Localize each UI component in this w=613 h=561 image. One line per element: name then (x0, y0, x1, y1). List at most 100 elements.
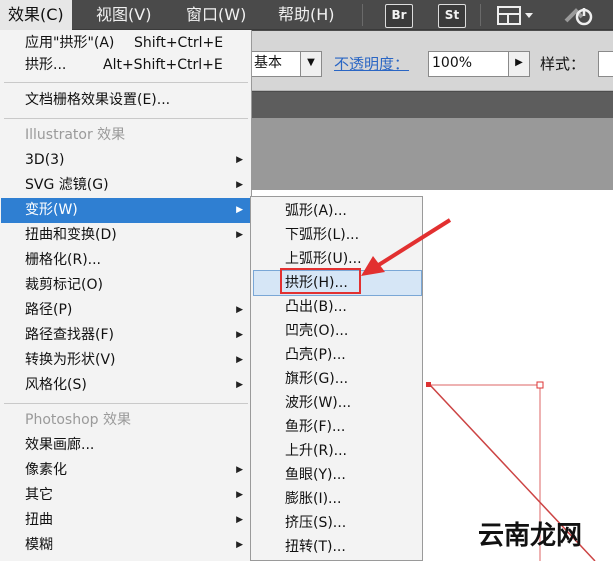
menu-item-label: 鱼眼(Y)... (285, 467, 346, 483)
warp-squeeze-item[interactable]: 挤压(S)... (253, 511, 420, 535)
menu-bar: 效果(C) 视图(V) 窗口(W) 帮助(H) Br St (0, 0, 613, 30)
bridge-app-button[interactable]: Br (385, 4, 413, 28)
menu-item-label: 效果画廊... (25, 437, 95, 453)
effect-pathfinder-item[interactable]: 路径查找器(F) ▶ (1, 323, 251, 348)
menu-help[interactable]: 帮助(H) (270, 0, 343, 30)
menu-separator (4, 118, 248, 119)
opacity-arrow-icon[interactable]: ▶ (508, 51, 530, 77)
warp-inflate-item[interactable]: 膨胀(I)... (253, 487, 420, 511)
chevron-right-icon: ▶ (236, 205, 243, 215)
chevron-right-icon: ▶ (236, 515, 243, 525)
chevron-right-icon: ▶ (236, 540, 243, 550)
arrange-documents-icon[interactable] (497, 6, 537, 26)
menu-item-label: 风格化(S) (25, 377, 87, 393)
warp-fish-item[interactable]: 鱼形(F)... (253, 415, 420, 439)
last-effect-item[interactable]: 拱形... Alt+Shift+Ctrl+E (1, 53, 251, 78)
effect-3d-item[interactable]: 3D(3) ▶ (1, 148, 251, 173)
effect-distort-item[interactable]: 扭曲 ▶ (1, 508, 251, 533)
menu-item-label: 下弧形(L)... (285, 227, 360, 243)
opacity-input[interactable]: 100% (428, 51, 513, 77)
menu-effect[interactable]: 效果(C) (0, 0, 72, 30)
chevron-right-icon: ▶ (236, 155, 243, 165)
effect-other-item[interactable]: 其它 ▶ (1, 483, 251, 508)
effect-rasterize-item[interactable]: 栅格化(R)... (1, 248, 251, 273)
menu-item-label: 文档栅格效果设置(E)... (25, 92, 171, 108)
menu-item-label: 拱形... (25, 57, 67, 73)
chevron-right-icon: ▶ (236, 330, 243, 340)
menu-item-label: 凸壳(P)... (285, 347, 346, 363)
effect-distort-transform-item[interactable]: 扭曲和变换(D) ▶ (1, 223, 251, 248)
chevron-right-icon: ▶ (236, 230, 243, 240)
menu-item-label: 其它 (25, 487, 53, 503)
chevron-right-icon: ▶ (236, 490, 243, 500)
warp-fisheye-item[interactable]: 鱼眼(Y)... (253, 463, 420, 487)
menu-item-label: 膨胀(I)... (285, 491, 342, 507)
warp-wave-item[interactable]: 波形(W)... (253, 391, 420, 415)
menu-item-label: 栅格化(R)... (25, 252, 102, 268)
menu-item-label: SVG 滤镜(G) (25, 177, 109, 193)
warp-bulge-item[interactable]: 凸出(B)... (253, 295, 420, 319)
menu-item-label: 扭曲和变换(D) (25, 227, 117, 243)
pasteboard (250, 118, 613, 190)
annotation-highlight-box (280, 268, 361, 294)
effect-warp-item[interactable]: 变形(W) ▶ (1, 198, 251, 223)
menu-item-shortcut: Alt+Shift+Ctrl+E (103, 57, 223, 73)
menu-item-label: 扭转(T)... (285, 539, 346, 555)
warp-flag-item[interactable]: 旗形(G)... (253, 367, 420, 391)
effect-blur-item[interactable]: 模糊 ▶ (1, 533, 251, 558)
section-header-label: Photoshop 效果 (25, 412, 132, 428)
annotation-arrow-icon (355, 210, 465, 285)
menu-item-label: 3D(3) (25, 152, 65, 168)
menu-item-label: 转换为形状(V) (25, 352, 116, 368)
menu-item-label: 波形(W)... (285, 395, 352, 411)
opacity-label[interactable]: 不透明度： (334, 53, 409, 75)
menu-item-label: 路径(P) (25, 302, 73, 318)
menu-item-label: 凸出(B)... (285, 299, 347, 315)
style-select[interactable]: 基本 (250, 51, 305, 77)
menu-item-label: 路径查找器(F) (25, 327, 114, 343)
effect-svg-filters-item[interactable]: SVG 滤镜(G) ▶ (1, 173, 251, 198)
sync-power-icon[interactable] (562, 3, 596, 27)
effect-convert-to-shape-item[interactable]: 转换为形状(V) ▶ (1, 348, 251, 373)
warp-twist-item[interactable]: 扭转(T)... (253, 535, 420, 559)
effect-menu: 应用"拱形"(A) Shift+Ctrl+E 拱形... Alt+Shift+C… (0, 30, 252, 561)
style-dropdown-icon[interactable]: ▼ (300, 51, 322, 77)
menu-item-label: 弧形(A)... (285, 203, 347, 219)
style-label: 样式： (540, 55, 586, 73)
chevron-right-icon: ▶ (236, 380, 243, 390)
menu-item-label: 鱼形(F)... (285, 419, 346, 435)
menu-separator (4, 403, 248, 404)
section-header-label: Illustrator 效果 (25, 127, 126, 143)
chevron-right-icon: ▶ (236, 355, 243, 365)
menu-window[interactable]: 窗口(W) (178, 0, 254, 30)
chevron-right-icon: ▶ (236, 465, 243, 475)
warp-rise-item[interactable]: 上升(R)... (253, 439, 420, 463)
effect-stylize-item[interactable]: 风格化(S) ▶ (1, 373, 251, 398)
graphic-style-swatch[interactable] (598, 51, 613, 77)
menu-item-label: 挤压(S)... (285, 515, 347, 531)
chevron-right-icon: ▶ (236, 180, 243, 190)
menu-item-label: 扭曲 (25, 512, 53, 528)
warp-shell-upper-item[interactable]: 凸壳(P)... (253, 343, 420, 367)
menu-item-label: 模糊 (25, 537, 53, 553)
menu-separator (4, 82, 248, 83)
effect-gallery-item[interactable]: 效果画廊... (1, 433, 251, 458)
effect-path-item[interactable]: 路径(P) ▶ (1, 298, 251, 323)
raster-effect-settings-item[interactable]: 文档栅格效果设置(E)... (1, 88, 251, 113)
menu-item-label: 凹壳(O)... (285, 323, 349, 339)
menu-item-label: 变形(W) (25, 202, 78, 218)
warp-shell-lower-item[interactable]: 凹壳(O)... (253, 319, 420, 343)
menu-item-label: 旗形(G)... (285, 371, 349, 387)
menu-item-label: 裁剪标记(O) (25, 277, 103, 293)
effect-crop-marks-item[interactable]: 裁剪标记(O) (1, 273, 251, 298)
watermark-text: 云南龙网 (478, 521, 583, 551)
photoshop-effects-header: Photoshop 效果 (1, 408, 251, 433)
menu-separator (362, 4, 363, 26)
stock-app-button[interactable]: St (438, 4, 466, 28)
menu-separator (480, 4, 481, 26)
effect-pixelate-item[interactable]: 像素化 ▶ (1, 458, 251, 483)
menu-item-label: 上升(R)... (285, 443, 348, 459)
menu-item-label: 像素化 (25, 462, 67, 478)
chevron-right-icon: ▶ (236, 305, 243, 315)
menu-view[interactable]: 视图(V) (88, 0, 159, 30)
